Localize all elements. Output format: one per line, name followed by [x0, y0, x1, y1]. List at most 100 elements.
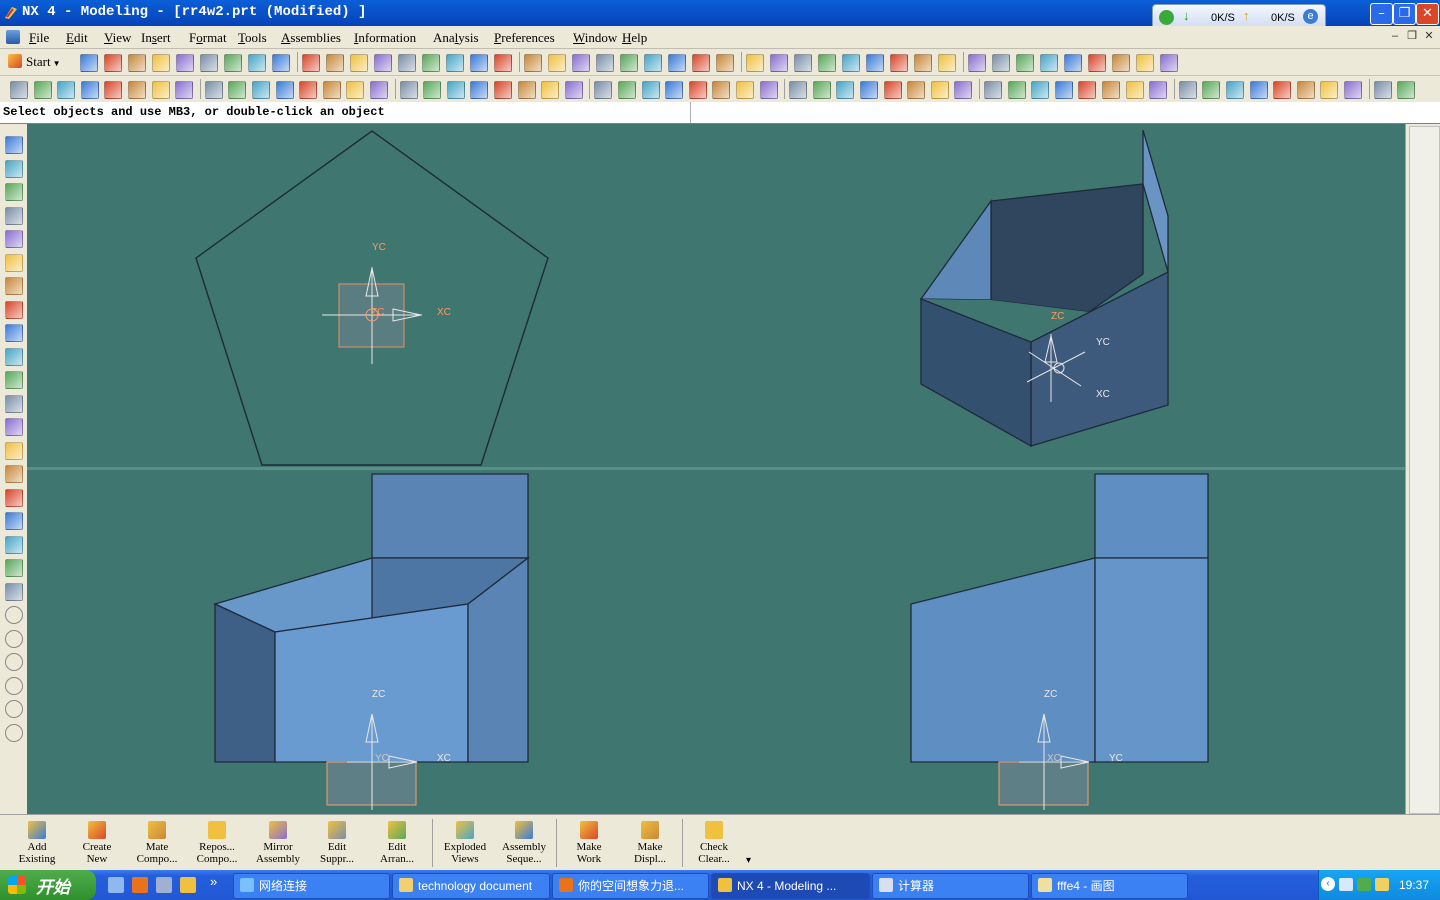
menu-analysis[interactable]: Analysis [433, 30, 479, 46]
taskbar-item-5[interactable]: 计算器 [872, 873, 1029, 899]
feature-tool-icon[interactable] [836, 81, 855, 99]
feature-tool-icon[interactable] [1226, 81, 1244, 99]
security-tray-icon[interactable] [1357, 878, 1371, 891]
feature-tool-icon[interactable] [688, 81, 707, 99]
standard-tool-icon[interactable] [968, 54, 986, 72]
feature-tool-icon[interactable] [1178, 81, 1197, 99]
left-tool-icon[interactable] [5, 465, 23, 483]
maximize-button[interactable]: ❐ [1393, 3, 1416, 25]
feature-tool-icon[interactable] [1273, 81, 1292, 99]
assembly-button-10[interactable]: Make Work [560, 815, 618, 869]
menu-information[interactable]: Information [354, 30, 416, 46]
side-face[interactable] [910, 557, 1096, 763]
standard-tool-icon[interactable] [272, 54, 290, 72]
standard-tool-icon[interactable] [548, 54, 566, 72]
feature-tool-icon[interactable] [322, 81, 341, 99]
feature-tool-icon[interactable] [1202, 81, 1221, 99]
clock[interactable]: 19:37 [1399, 878, 1429, 892]
assembly-button-3[interactable]: Mate Compo... [128, 815, 186, 869]
taskbar-item-3[interactable]: 你的空间想象力退... [552, 873, 709, 899]
left-tool-icon[interactable] [5, 394, 23, 413]
document-icon[interactable] [6, 30, 20, 44]
standard-tool-icon[interactable] [1040, 54, 1058, 72]
feature-tool-icon[interactable] [80, 81, 99, 99]
end-face[interactable] [1094, 557, 1209, 763]
back-wall-face[interactable] [990, 183, 1144, 313]
left-tool-icon[interactable] [5, 230, 23, 248]
assembly-button-12[interactable]: Check Clear... [684, 815, 744, 869]
mdi-restore-button[interactable]: ❐ [1405, 30, 1419, 42]
feature-tool-icon[interactable] [370, 81, 388, 99]
close-button[interactable]: ✕ [1416, 3, 1439, 25]
standard-tool-icon[interactable] [1112, 54, 1130, 72]
standard-tool-icon[interactable] [1064, 54, 1082, 72]
standard-tool-icon[interactable] [80, 54, 98, 72]
feature-tool-icon[interactable] [175, 81, 194, 99]
feature-tool-icon[interactable] [252, 81, 270, 99]
standard-tool-icon[interactable] [152, 54, 170, 72]
standard-tool-icon[interactable] [1136, 54, 1154, 72]
taskbar-item-2[interactable]: technology document [392, 873, 550, 899]
front-view[interactable]: ZC XC YC [213, 473, 530, 810]
menu-edit[interactable]: Edit [66, 30, 88, 46]
left-tool-icon[interactable] [5, 418, 23, 436]
menu-help[interactable]: Help [622, 30, 647, 46]
feature-tool-icon[interactable] [494, 81, 512, 99]
curve-tool-icon[interactable] [5, 676, 23, 695]
left-tool-icon[interactable] [5, 206, 23, 225]
standard-tool-icon[interactable] [470, 54, 488, 72]
menu-tools[interactable]: Tools [238, 30, 267, 46]
browser-e-icon[interactable]: e [1303, 9, 1318, 24]
assembly-button-1[interactable]: Add Existing [6, 815, 68, 869]
left-tool-icon[interactable] [5, 512, 23, 530]
taskbar-item-6[interactable]: fffe4 - 画图 [1031, 873, 1188, 899]
feature-tool-icon[interactable] [1296, 81, 1315, 99]
assembly-button-4[interactable]: Repos... Compo... [188, 815, 246, 869]
standard-tool-icon[interactable] [992, 54, 1010, 72]
standard-tool-icon[interactable] [1160, 54, 1178, 72]
curve-tool-icon[interactable] [5, 653, 23, 671]
left-tool-icon[interactable] [5, 253, 23, 272]
menu-format[interactable]: Format [189, 30, 227, 46]
feature-tool-icon[interactable] [1102, 81, 1120, 99]
standard-tool-icon[interactable] [596, 54, 614, 72]
left-tool-icon[interactable] [5, 159, 23, 178]
volume-tray-icon[interactable] [1375, 878, 1389, 891]
feature-tool-icon[interactable] [860, 81, 878, 99]
feature-tool-icon[interactable] [907, 81, 926, 99]
left-tool-icon[interactable] [5, 324, 23, 342]
menu-assemblies[interactable]: Assemblies [281, 30, 341, 46]
left-tool-icon[interactable] [5, 371, 23, 389]
standard-tool-icon[interactable] [620, 54, 638, 72]
mdi-minimize-button[interactable]: – [1388, 30, 1402, 42]
standard-tool-icon[interactable] [716, 54, 734, 72]
windows-start-button[interactable]: 开始 [0, 870, 96, 900]
standard-tool-icon[interactable] [326, 54, 344, 72]
assembly-button-9[interactable]: Assembly Seque... [494, 815, 554, 869]
left-tool-icon[interactable] [5, 582, 23, 601]
standard-tool-icon[interactable] [938, 54, 956, 72]
assembly-button-11[interactable]: Make Displ... [620, 815, 680, 869]
standard-tool-icon[interactable] [914, 54, 932, 72]
assembly-button-2[interactable]: Create New [68, 815, 126, 869]
feature-tool-icon[interactable] [1373, 81, 1392, 99]
standard-tool-icon[interactable] [128, 54, 146, 72]
feature-tool-icon[interactable] [1149, 81, 1168, 99]
feature-tool-icon[interactable] [33, 81, 52, 99]
standard-tool-icon[interactable] [746, 54, 764, 72]
feature-tool-icon[interactable] [151, 81, 170, 99]
feature-tool-icon[interactable] [446, 81, 465, 99]
standard-tool-icon[interactable] [176, 54, 194, 72]
left-tool-icon[interactable] [5, 535, 23, 554]
start-menu-button[interactable]: Start ▼ [8, 52, 74, 72]
standard-tool-icon[interactable] [1088, 54, 1106, 72]
standard-tool-icon[interactable] [644, 54, 662, 72]
feature-tool-icon[interactable] [128, 81, 146, 99]
standard-tool-icon[interactable] [224, 54, 242, 72]
standard-tool-icon[interactable] [770, 54, 788, 72]
back-tab-face[interactable] [371, 473, 529, 559]
left-tool-icon[interactable] [5, 136, 23, 154]
feature-tool-icon[interactable] [541, 81, 560, 99]
feature-tool-icon[interactable] [812, 81, 831, 99]
tab-face[interactable] [1142, 129, 1169, 273]
